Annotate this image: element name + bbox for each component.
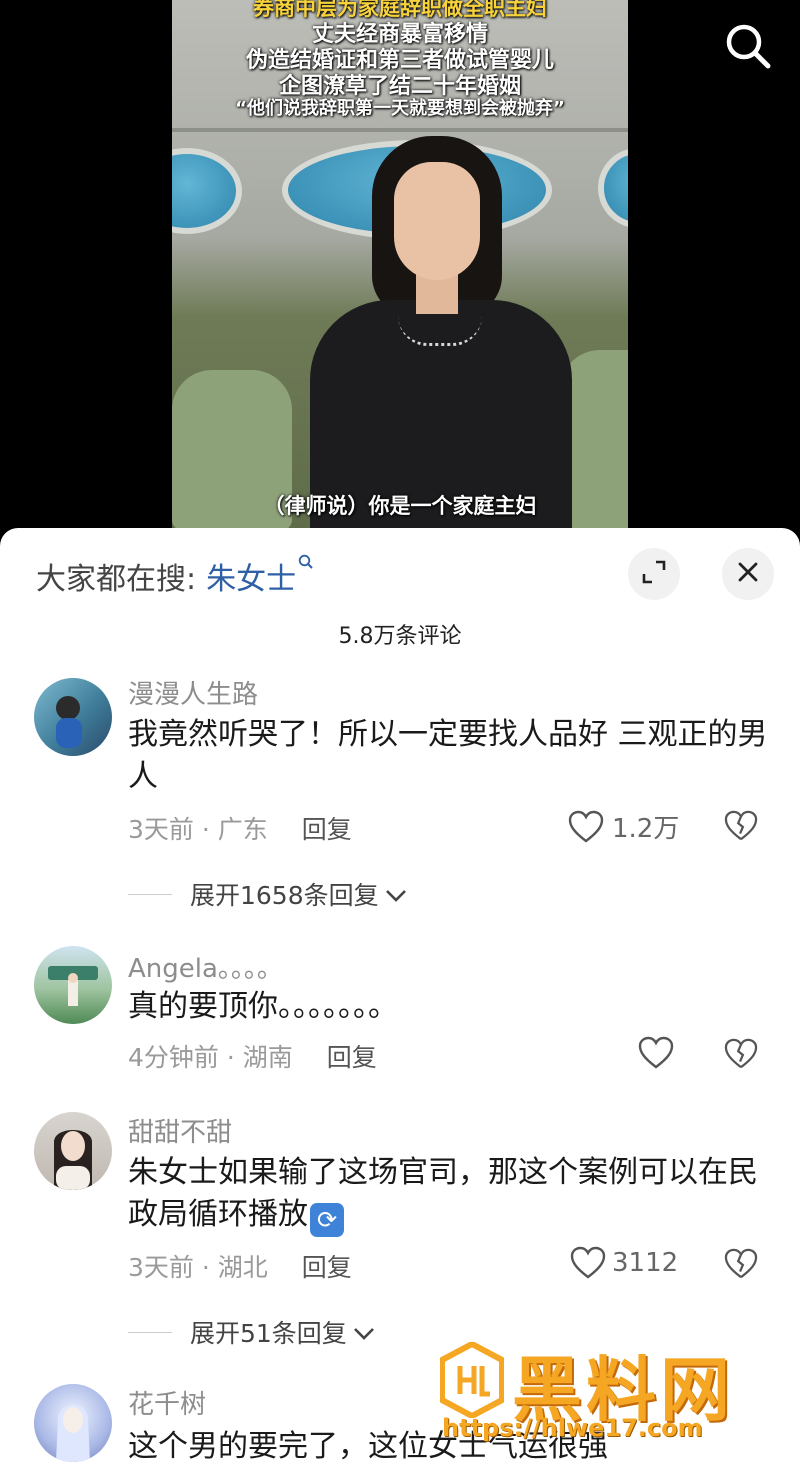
avatar[interactable] [34,1384,112,1462]
hot-search-label: 大家都在搜: [36,562,197,597]
like-button[interactable] [638,1036,674,1070]
reply-button[interactable]: 回复 [327,1043,377,1072]
avatar[interactable] [34,1112,112,1190]
close-icon [736,560,760,588]
comment-text: 真的要顶你。。。。。。。 [128,989,398,1024]
video-frame[interactable]: 券商中层为家庭辞职做全职主妇 丈夫经商暴富移情 伪造结婚证和第三者做试管婴儿 企… [172,0,628,528]
comment-location: 湖北 [217,1253,268,1282]
comment-meta: 3天前 · 广东 回复 [128,815,352,844]
heart-icon [568,810,604,843]
search-icon[interactable] [722,20,774,72]
like-count: 1.2万 [612,814,680,844]
chevron-down-icon [385,880,407,909]
expand-button[interactable] [628,548,680,600]
like-button[interactable]: 3112 [570,1246,678,1280]
comment-location: 广东 [217,815,268,844]
divider [128,1331,172,1333]
comment-location: 湖南 [242,1043,293,1072]
video-caption-5: “他们说我辞职第一天就要想到会被抛弃” [235,98,565,119]
comment-text-content: 朱女士如果输了这场官司，那这个案例可以在民政局循环播放 [128,1155,758,1232]
close-button[interactable] [722,548,774,600]
expand-replies[interactable]: 展开51条回复 [128,1314,375,1350]
comment-meta: 3天前 · 湖北 回复 [128,1253,352,1282]
dislike-button[interactable] [724,1248,758,1284]
comment-meta: 4分钟前 · 湖南 回复 [128,1043,377,1072]
chevron-down-icon [353,1318,375,1347]
expand-replies-label: 展开51条回复 [190,1319,347,1348]
watermark-logo-icon [439,1340,505,1420]
hot-search-bar[interactable]: 大家都在搜: 朱女士 [36,554,314,598]
wall-stripe [172,128,628,132]
video-subtitle: （律师说）你是一个家庭主妇 [263,494,537,518]
heart-icon [638,1036,674,1069]
heart-icon [570,1246,606,1279]
avatar[interactable] [34,946,112,1024]
hot-search-term[interactable]: 朱女士 [206,562,296,597]
person-face [394,162,480,280]
comment-text: 朱女士如果输了这场官司，那这个案例可以在民政局循环播放 ⟳ [128,1152,768,1237]
like-button[interactable]: 1.2万 [568,808,679,845]
dislike-button[interactable] [724,1038,758,1074]
reply-button[interactable]: 回复 [302,815,352,844]
comment-time: 4分钟前 [128,1043,219,1072]
small-search-icon [298,554,314,576]
reply-button[interactable]: 回复 [302,1253,352,1282]
watermark: 黑料网 https://hlwe17.com [432,1336,772,1476]
broken-heart-icon [724,810,758,841]
expand-replies-label: 展开1658条回复 [190,881,379,910]
expand-icon [641,559,667,589]
comment-username[interactable]: 甜甜不甜 [128,1112,232,1149]
comment-text: 我竟然听哭了！所以一定要找人品好 三观正的男人 [128,717,768,794]
wall-decoration [172,148,242,234]
expand-replies[interactable]: 展开1658条回复 [128,876,407,912]
comment-count: 5.8万条评论 [338,624,462,649]
broken-heart-icon [724,1038,758,1069]
comment-username[interactable]: 花千树 [128,1384,206,1421]
comment-time: 3天前 [128,815,194,844]
like-count: 3112 [612,1248,679,1278]
dislike-button[interactable] [724,810,758,846]
avatar[interactable] [34,678,112,756]
watermark-url: https://hlwe17.com [442,1414,703,1442]
comment-time: 3天前 [128,1253,194,1282]
wall-decoration [598,148,628,228]
video-player[interactable]: 券商中层为家庭辞职做全职主妇 丈夫经商暴富移情 伪造结婚证和第三者做试管婴儿 企… [0,0,800,540]
comment-username[interactable]: 漫漫人生路 [128,674,258,711]
divider [128,893,172,895]
comment-username[interactable]: Angela。。。。 [128,948,283,985]
broken-heart-icon [724,1248,758,1279]
repeat-emoji-icon: ⟳ [310,1203,344,1237]
